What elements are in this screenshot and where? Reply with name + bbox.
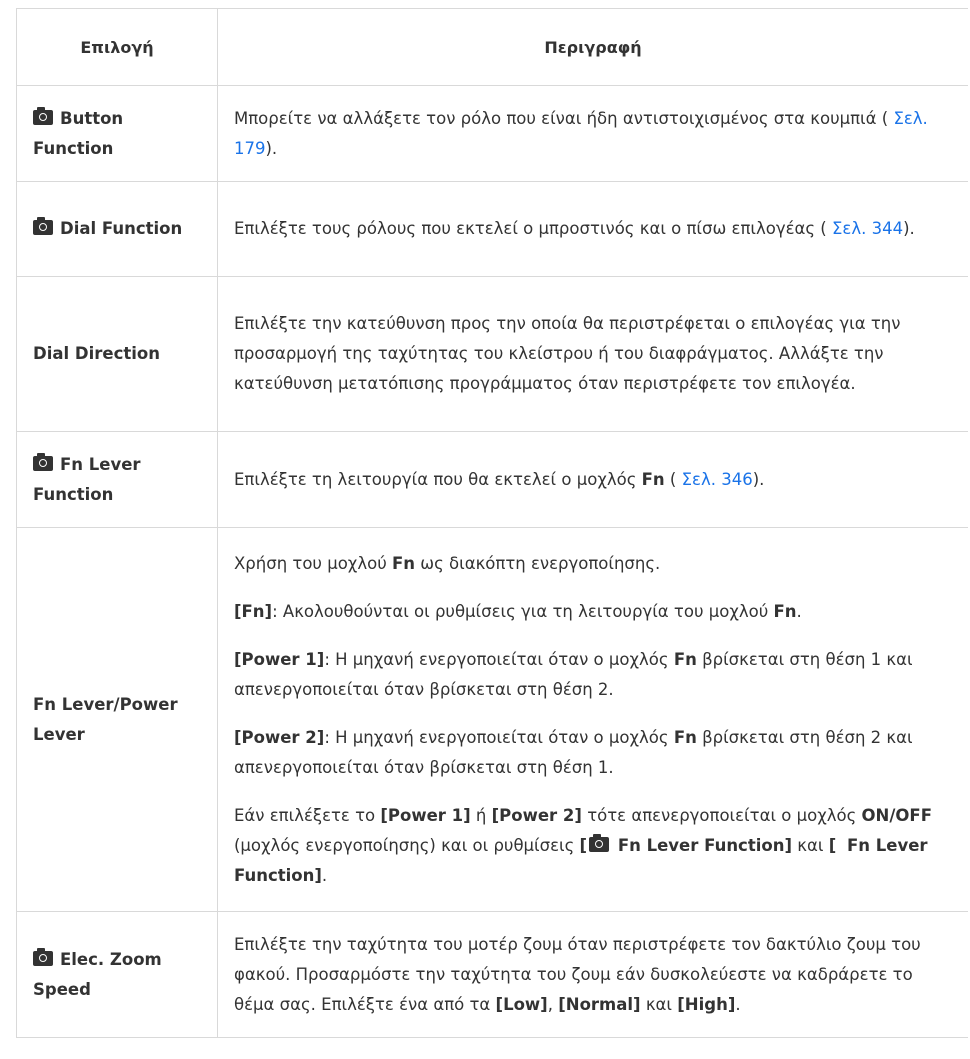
table-row: Fn Lever Function Επιλέξτε τη λειτουργία… [16,431,968,528]
option-name: Fn Lever/Power Lever [16,527,218,912]
option-name: Dial Direction [16,276,218,432]
menu-options-table-container: Επιλογή Περιγραφή Button Function Μπορεί… [16,8,968,1059]
option-description: Επιλέξτε την κατεύθυνση προς την οποία θ… [217,276,968,432]
camera-icon [33,106,53,125]
description-paragraph: [Power 1]: Η μηχανή ενεργοποιείται όταν … [234,649,913,699]
option-description: Μπορείτε να αλλάξετε τον ρόλο που είναι … [217,85,968,182]
table-row: Button Function Μπορείτε να αλλάξετε τον… [16,85,968,182]
table-row: Dial Direction Επιλέξτε την κατεύθυνση π… [16,276,968,432]
option-description: Χρήση του μοχλού Fn ως διακόπτη ενεργοπο… [217,527,968,912]
description-paragraph: Χρήση του μοχλού Fn ως διακόπτη ενεργοπο… [234,553,661,573]
option-description: Επιλέξτε την ταχύτητα του μοτέρ ζουμ ότα… [217,911,968,1038]
header-option: Επιλογή [16,8,218,86]
camera-icon [33,217,53,235]
table-row: Dial Function Επιλέξτε τους ρόλους που ε… [16,181,968,277]
camera-icon [33,947,53,966]
option-name: Fn Lever Function [16,431,218,528]
header-description: Περιγραφή [217,8,968,86]
page-ref-link[interactable]: Σελ. 346 [676,470,753,489]
table-row: Fn Lever/Power Lever Χρήση του μοχλού Fn… [16,527,968,912]
option-name: Dial Function [16,181,218,277]
option-name: Button Function [16,85,218,182]
option-name: Elec. Zoom Speed [16,911,218,1038]
option-description: Επιλέξτε τη λειτουργία που θα εκτελεί ο … [217,431,968,528]
camera-icon [589,833,610,852]
table-row: Elec. Zoom Speed Επιλέξτε την ταχύτητα τ… [16,911,968,1038]
description-paragraph: Εάν επιλέξετε το [Power 1] ή [Power 2] τ… [234,805,932,885]
description-paragraph: [Fn]: Ακολουθούνται οι ρυθμίσεις για τη … [234,601,802,621]
option-description: Επιλέξτε τους ρόλους που εκτελεί ο μπροσ… [217,181,968,277]
options-table: Επιλογή Περιγραφή Button Function Μπορεί… [16,8,968,1038]
table-header-row: Επιλογή Περιγραφή [16,8,968,86]
camera-icon [33,452,53,471]
description-paragraph: [Power 2]: Η μηχανή ενεργοποιείται όταν … [234,727,913,777]
page-ref-link[interactable]: Σελ. 344 [827,219,903,238]
